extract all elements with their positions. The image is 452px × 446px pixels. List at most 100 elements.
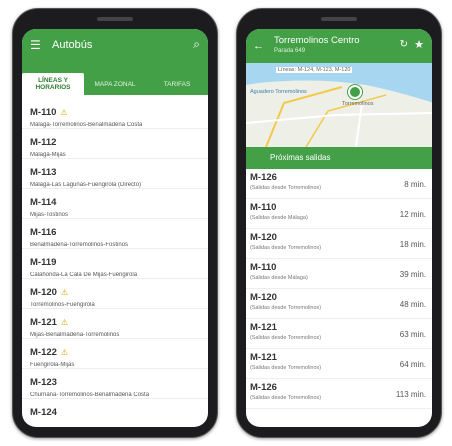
map-graphic <box>246 63 432 147</box>
route-item[interactable]: M-124 <box>22 399 208 427</box>
route-header: M-116 <box>30 222 200 240</box>
tab-bar: LÍNEAS Y HORARIOS MAPA ZONAL TARIFAS <box>22 73 208 95</box>
warning-icon: ⚠ <box>60 288 69 297</box>
route-code: M-119 <box>30 257 57 268</box>
warning-icon: ⚠ <box>60 348 69 357</box>
arrival-route-code: M-110 <box>250 202 277 213</box>
arrival-item[interactable]: M-121 (Salidas desde Torremolinos) 64 min. <box>246 349 432 379</box>
route-code: M-110 <box>30 107 57 118</box>
route-item[interactable]: M-121 ⚠ Mijas-Benalmádena-Torremolinos <box>22 309 208 339</box>
arrival-item[interactable]: M-126 (Salidas desde Torremolinos) 113 min… <box>246 379 432 409</box>
route-header: M-121 ⚠ <box>30 312 200 330</box>
route-code: M-114 <box>30 197 57 208</box>
route-header: M-124 <box>30 402 200 420</box>
route-code: M-123 <box>30 377 57 388</box>
next-departures-header: Próximas salidas <box>246 147 432 169</box>
arrival-info: M-110 (Salidas desde Málaga) <box>250 262 308 286</box>
route-code: M-120 <box>30 287 57 298</box>
route-code: M-116 <box>30 227 57 238</box>
phone-left: ☰ Autobús ⌕ LÍNEAS Y HORARIOS MAPA ZONAL… <box>12 8 218 438</box>
route-description: Mijas-Tostinos <box>30 212 69 218</box>
arrival-route-code: M-126 <box>250 172 277 183</box>
arrival-direction: (Salidas desde Málaga) <box>250 275 308 281</box>
route-description: Fuengirola-Mijas <box>30 362 75 368</box>
route-code: M-121 <box>30 317 57 328</box>
route-description: Mijas-Benalmádena-Torremolinos <box>30 332 120 338</box>
arrival-item[interactable]: M-110 (Salidas desde Málaga) 12 min. <box>246 199 432 229</box>
arrival-item[interactable]: M-121 (Salidas desde Torremolinos) 63 min. <box>246 319 432 349</box>
route-description: Churriana-Torremolinos-Benalmádena Costa <box>30 392 150 398</box>
stop-map[interactable]: Líneas: M-124, M-123, M-120 Aguadero Tor… <box>246 63 432 147</box>
star-icon[interactable]: ★ <box>414 38 424 51</box>
route-header: M-123 <box>30 372 200 390</box>
arrival-route-code: M-126 <box>250 382 277 393</box>
arrival-time: 18 min. <box>399 239 426 249</box>
stop-title: Torremolinos Centro <box>274 35 360 46</box>
arrival-time: 39 min. <box>399 269 426 279</box>
arrival-time: 12 min. <box>399 209 426 219</box>
arrival-item[interactable]: M-110 (Salidas desde Málaga) 39 min. <box>246 259 432 289</box>
warning-icon: ⚠ <box>60 318 69 327</box>
arrival-direction: (Salidas desde Torremolinos) <box>250 335 322 341</box>
arrival-info: M-126 (Salidas desde Torremolinos) <box>250 382 321 406</box>
tab-tarifas[interactable]: TARIFAS <box>146 73 208 95</box>
arrival-direction: (Salidas desde Málaga) <box>250 215 308 221</box>
route-header: M-112 <box>30 132 200 150</box>
map-area-label: Aguadero Torremolinos <box>250 89 307 95</box>
route-item[interactable]: M-113 Málaga-Las Lagunas-Fuengirola (Dire… <box>22 159 208 189</box>
app-title: Autobús <box>52 39 93 51</box>
tab-mapa-zonal[interactable]: MAPA ZONAL <box>84 73 146 95</box>
refresh-icon[interactable]: ↻ <box>400 39 408 50</box>
arrival-time: 113 min. <box>395 389 426 399</box>
arrival-time: 48 min. <box>399 299 426 309</box>
arrival-direction: (Salidas desde Torremolinos) <box>250 395 322 401</box>
map-pin-icon[interactable] <box>348 85 362 99</box>
tab-lineas-horarios[interactable]: LÍNEAS Y HORARIOS <box>22 73 84 95</box>
arrival-item[interactable]: M-120 (Salidas desde Torremolinos) 48 min. <box>246 289 432 319</box>
route-description: Málaga-Las Lagunas-Fuengirola (Directo) <box>30 182 142 188</box>
route-code: M-112 <box>30 137 57 148</box>
arrivals-list: M-126 (Salidas desde Torremolinos) 8 min. M… <box>246 169 432 409</box>
route-item[interactable]: M-114 Mijas-Tostinos <box>22 189 208 219</box>
arrival-time: 63 min. <box>399 329 426 339</box>
route-code: M-122 <box>30 347 57 358</box>
arrival-info: M-110 (Salidas desde Málaga) <box>250 202 308 226</box>
route-item[interactable]: M-123 Churriana-Torremolinos-Benalmádena … <box>22 369 208 399</box>
warning-icon: ⚠ <box>60 108 68 117</box>
arrival-item[interactable]: M-126 (Salidas desde Torremolinos) 8 min. <box>246 169 432 199</box>
route-code: M-124 <box>30 407 57 418</box>
route-description: Benalmádena-Torremolinos-Fostinos <box>30 242 129 248</box>
search-icon[interactable]: ⌕ <box>193 37 200 52</box>
arrival-direction: (Salidas desde Torremolinos) <box>250 185 322 191</box>
screen-right: ← Torremolinos Centro Parada 649 ↻ ★ Lín… <box>246 29 432 427</box>
arrival-info: M-120 (Salidas desde Torremolinos) <box>250 232 321 256</box>
route-description: Calahonda-La Cala De Mijas-Fuengirola <box>30 272 138 278</box>
map-pin-label: Torremolinos <box>342 101 374 107</box>
speaker <box>321 17 357 21</box>
route-code: M-113 <box>30 167 57 178</box>
route-item[interactable]: M-120 ⚠ Torremolinos-Fuengirola <box>22 279 208 309</box>
menu-icon[interactable]: ☰ <box>30 39 41 51</box>
route-item[interactable]: M-110 ⚠ Málaga-Torremolinos-Benalmádena Co… <box>22 99 208 129</box>
arrival-route-code: M-121 <box>250 322 277 333</box>
arrival-route-code: M-121 <box>250 352 277 363</box>
route-list: M-110 ⚠ Málaga-Torremolinos-Benalmádena Co… <box>22 95 208 427</box>
app-bar: ☰ Autobús ⌕ <box>22 29 208 73</box>
route-item[interactable]: M-122 ⚠ Fuengirola-Mijas <box>22 339 208 369</box>
back-arrow-icon[interactable]: ← <box>253 40 264 52</box>
route-header: M-110 ⚠ <box>30 102 200 120</box>
stop-app-bar: ← Torremolinos Centro Parada 649 ↻ ★ <box>246 29 432 63</box>
route-item[interactable]: M-112 Málaga-Mijas <box>22 129 208 159</box>
route-header: M-122 ⚠ <box>30 342 200 360</box>
route-item[interactable]: M-116 Benalmádena-Torremolinos-Fostinos <box>22 219 208 249</box>
arrival-time: 64 min. <box>399 359 426 369</box>
route-description: Málaga-Mijas <box>30 152 66 158</box>
phone-right: ← Torremolinos Centro Parada 649 ↻ ★ Lín… <box>236 8 442 438</box>
route-item[interactable]: M-119 Calahonda-La Cala De Mijas-Fuengiro… <box>22 249 208 279</box>
arrival-info: M-121 (Salidas desde Torremolinos) <box>250 352 321 376</box>
arrival-route-code: M-110 <box>250 262 277 273</box>
arrival-route-code: M-120 <box>250 292 277 303</box>
arrival-direction: (Salidas desde Torremolinos) <box>250 365 322 371</box>
arrival-item[interactable]: M-120 (Salidas desde Torremolinos) 18 min. <box>246 229 432 259</box>
arrival-info: M-120 (Salidas desde Torremolinos) <box>250 292 321 316</box>
